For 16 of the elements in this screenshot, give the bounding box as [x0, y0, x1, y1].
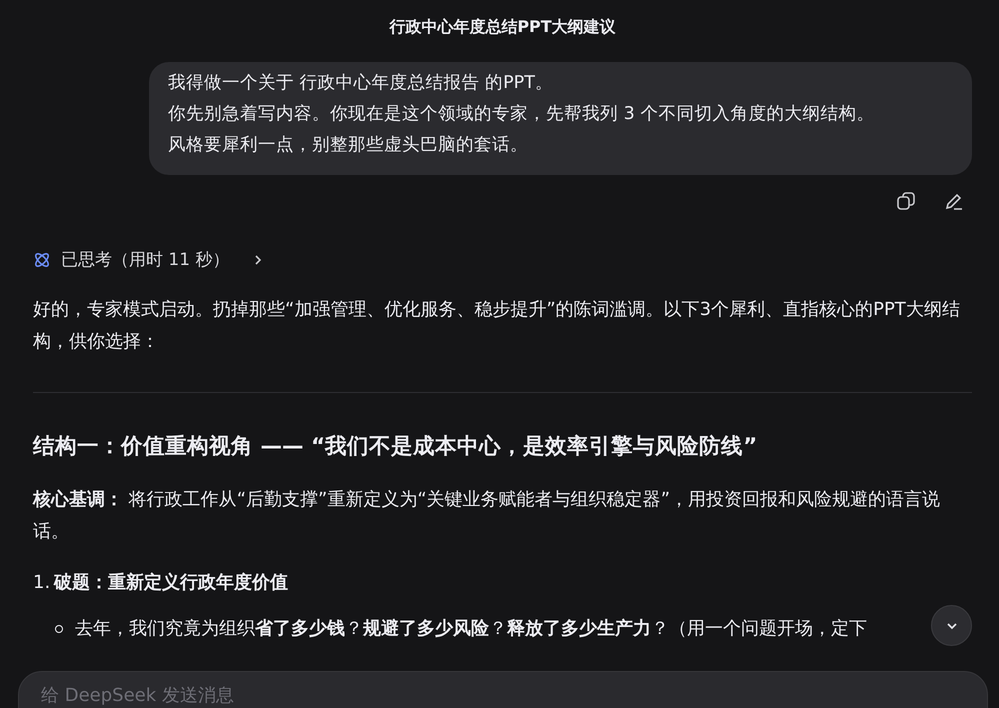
reply-paragraph: 核心基调： 将行政工作从“后勤支撑”重新定义为“关键业务赋能者与组织稳定器”，用投资回报和风险规避的语言说话。 [33, 488, 942, 544]
copy-icon[interactable] [896, 191, 916, 211]
thinking-toggle[interactable]: 已思考（用时 11 秒） [61, 248, 230, 271]
bullet-text: 去年，我们究竟为组织省了多少钱？规避了多少风险？释放了多少生产力？（用一个问题开场，定下 [75, 617, 867, 641]
reply-paragraph: 好的，专家模式启动。扔掉那些“加强管理、优化服务、稳步提升”的陈词滥调。以下3个犀利、直指核心的PPT大纲结构，供你选择： [33, 298, 961, 354]
message-input[interactable]: 给 DeepSeek 发送消息 [41, 685, 641, 706]
chevron-icon[interactable] [253, 254, 264, 266]
bullet-icon [55, 625, 63, 633]
chevron-down-icon[interactable] [946, 622, 958, 630]
user-message: 我得做一个关于 行政中心年度总结报告 的PPT。 你先别急着写内容。你现在是这个领域的专家，先帮我列 3 个不同切入角度的大纲结构。 风格要犀利一点，别整那些虚头巴脑的套话。 [149, 62, 972, 175]
section-heading: 结构一：价值重构视角 —— “我们不是成本中心，是效率引擎与风险防线” [33, 433, 758, 460]
chat-title: 行政中心年度总结PPT大纲建议 [388, 16, 617, 38]
atom-icon [33, 250, 51, 268]
edit-icon[interactable] [944, 191, 964, 211]
list-number: 1. [33, 571, 50, 595]
list-item-title: 破题：重新定义行政年度价值 [54, 571, 288, 595]
